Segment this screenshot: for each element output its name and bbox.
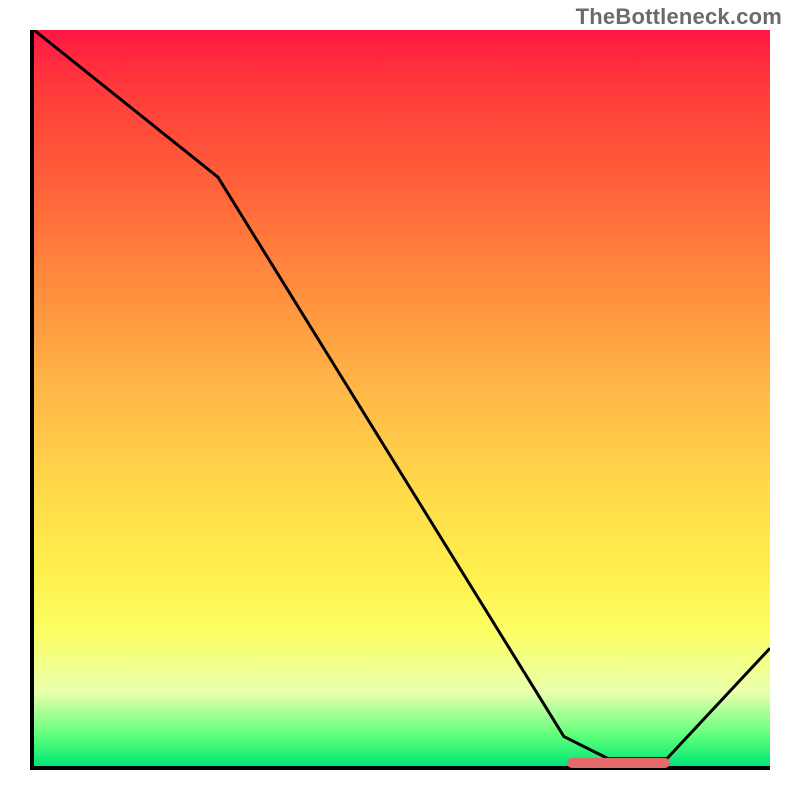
plot-area <box>30 30 770 770</box>
line-curve <box>34 30 770 766</box>
optimal-range-marker <box>567 758 671 768</box>
watermark-text: TheBottleneck.com <box>576 4 782 30</box>
